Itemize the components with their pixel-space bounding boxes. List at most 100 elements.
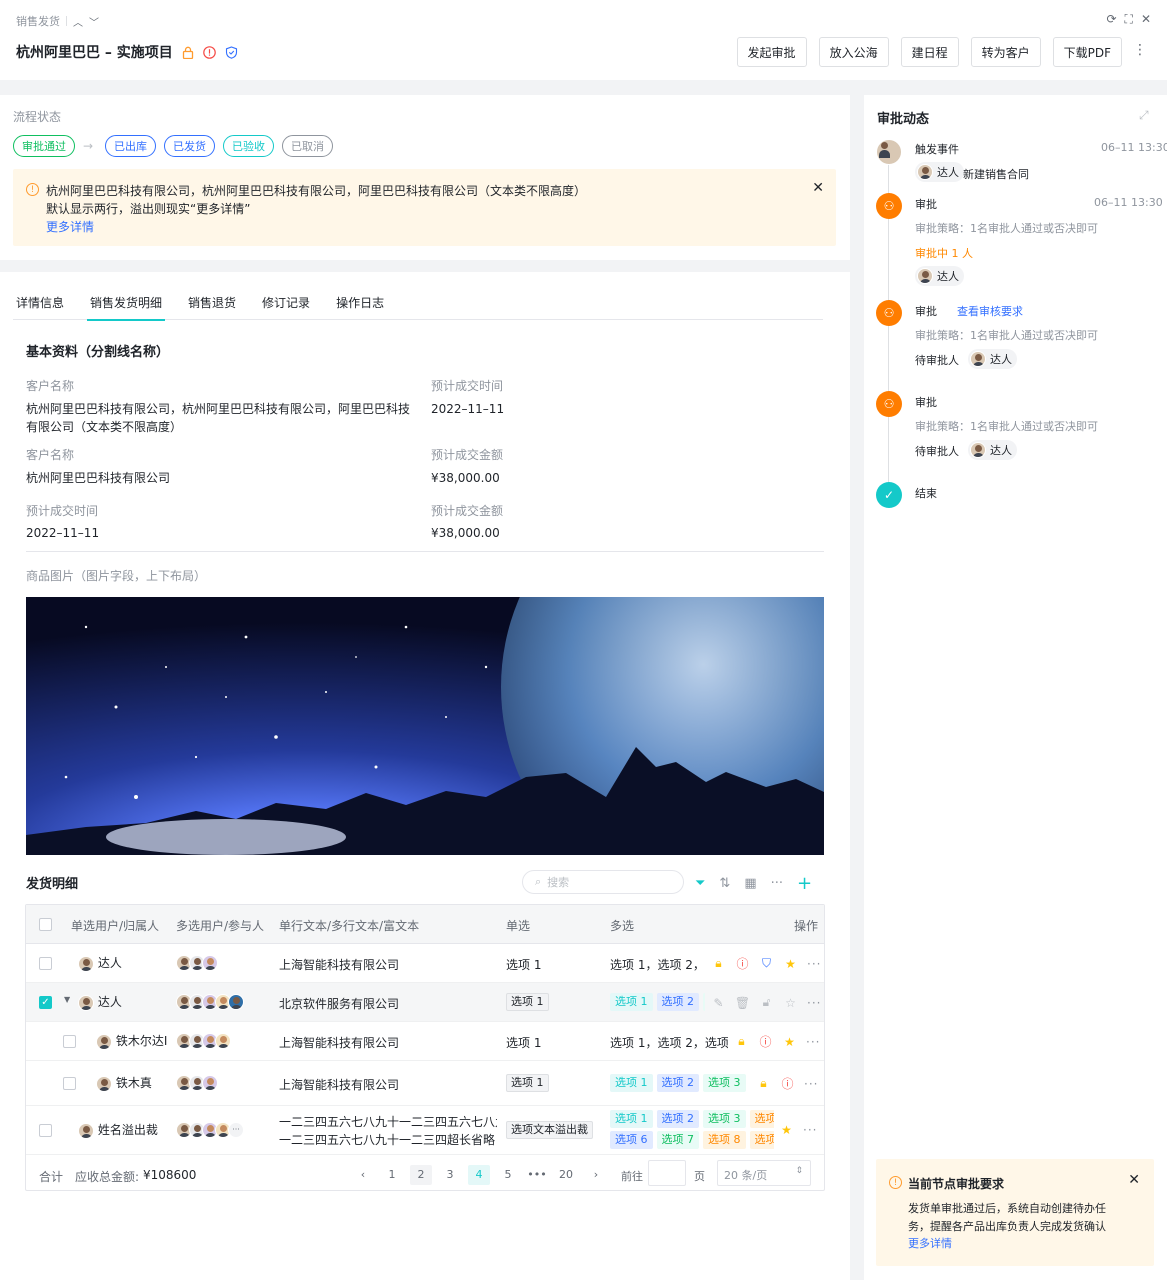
expand-icon[interactable]: ⤢ xyxy=(1139,108,1149,123)
row-checkbox[interactable]: ✓ xyxy=(39,996,52,1009)
view-requirement-link[interactable]: 查看审核要求 xyxy=(957,303,1023,319)
next-page-icon[interactable]: › xyxy=(585,1165,607,1185)
more-icon[interactable]: ··· xyxy=(803,1123,817,1137)
page-title: 杭州阿里巴巴 – 实施项目 xyxy=(16,45,173,61)
column-header[interactable]: 单选 xyxy=(506,917,530,934)
table-row[interactable]: 铁木尔达I 上海智能科技有限公司 选项 1 选项 1，选项 2，选项 3 🔒︎ … xyxy=(26,1022,824,1061)
tab-returns[interactable]: 销售退货 xyxy=(185,290,239,320)
more-icon[interactable]: ··· xyxy=(771,876,783,891)
amount-label: 应收总金额: xyxy=(75,1170,140,1184)
row-actions: 🔒︎ ⓘ ⛉ ★ ··· xyxy=(711,956,821,971)
flow-step[interactable]: 已取消 xyxy=(282,135,333,157)
star-icon[interactable]: ★ xyxy=(782,1034,797,1049)
page-item[interactable]: 20 xyxy=(555,1165,577,1185)
convert-customer-button[interactable]: 转为客户 xyxy=(970,37,1041,67)
close-icon[interactable]: ✕ xyxy=(812,180,824,196)
page-item[interactable]: 5 xyxy=(497,1165,519,1185)
search-input[interactable]: ⌕ 搜索 xyxy=(522,870,684,894)
product-image xyxy=(26,597,824,855)
table-row[interactable]: ✓ ▼ 达人 北京软件服务有限公司 选项 1 选项 1选项 2选 ✎ 🗑︎ 🔓︎… xyxy=(26,983,824,1022)
start-approval-button[interactable]: 发起审批 xyxy=(736,37,807,67)
field-value: 2022–11–11 xyxy=(26,526,100,540)
alert-icon[interactable]: ⓘ xyxy=(758,1034,773,1049)
owner-cell: 铁木尔达I xyxy=(96,1032,171,1050)
flow-step[interactable]: 审批通过 xyxy=(13,135,75,157)
chevron-down-icon[interactable]: ﹀ xyxy=(89,14,99,29)
alert-icon[interactable]: ⓘ xyxy=(780,1076,795,1091)
filter-icon[interactable]: ⏷ xyxy=(695,876,705,891)
table-row[interactable]: 达人 上海智能科技有限公司 选项 1 选项 1，选项 2，选 🔒︎ ⓘ ⛉ ★ … xyxy=(26,944,824,983)
lock-icon[interactable]: 🔒︎ xyxy=(734,1034,749,1049)
more-icon[interactable]: ··· xyxy=(804,1077,818,1091)
more-icon[interactable]: ··· xyxy=(806,1035,820,1049)
page-item[interactable]: 3 xyxy=(439,1165,461,1185)
table-header: 单选用户/归属人 多选用户/参与人 单行文本/多行文本/富文本 单选 多选 操作 xyxy=(26,905,824,944)
tab-revisions[interactable]: 修订记录 xyxy=(259,290,313,320)
delete-icon[interactable]: 🗑︎ xyxy=(735,995,750,1010)
lock-icon[interactable]: 🔒︎ xyxy=(711,956,726,971)
column-header[interactable]: 单选用户/归属人 xyxy=(71,917,159,934)
page-ellipsis[interactable]: ••• xyxy=(526,1165,548,1185)
page-item[interactable]: 1 xyxy=(381,1165,403,1185)
field-value: 杭州阿里巴巴科技有限公司，杭州阿里巴巴科技有限公司，阿里巴巴科技有限公司（文本类… xyxy=(26,402,411,434)
schedule-button[interactable]: 建日程 xyxy=(900,37,959,67)
more-details-link[interactable]: 更多详情 xyxy=(46,218,94,235)
add-icon[interactable]: + xyxy=(797,873,812,894)
unlock-icon[interactable]: 🔓︎ xyxy=(759,995,774,1010)
page-size-select[interactable]: 20 条/页 ⇕ xyxy=(717,1160,811,1186)
more-details-link[interactable]: 更多详情 xyxy=(908,1235,952,1251)
more-avatars[interactable]: ··· xyxy=(228,1122,244,1138)
column-header[interactable]: 多选 xyxy=(610,917,634,934)
table-row[interactable]: 铁木真 上海智能科技有限公司 选项 1 选项 1 选项 2 选项 3 🔒︎ ⓘ ··… xyxy=(26,1061,824,1106)
table-row[interactable]: 姓名溢出裁 ··· 一二三四五六七八九十一二三四五六七八九 一二三四五六七八九十… xyxy=(26,1106,824,1155)
more-icon[interactable]: ··· xyxy=(807,996,821,1010)
prev-page-icon[interactable]: ‹ xyxy=(352,1165,374,1185)
close-icon[interactable]: ✕ xyxy=(1141,12,1151,27)
refresh-icon[interactable]: ⟳ xyxy=(1106,12,1116,27)
shipment-table: 单选用户/归属人 多选用户/参与人 单行文本/多行文本/富文本 单选 多选 操作… xyxy=(25,904,825,1191)
page-item-active[interactable]: 4 xyxy=(468,1165,490,1185)
download-pdf-button[interactable]: 下载PDF xyxy=(1052,37,1122,67)
lock-icon[interactable]: 🔒︎ xyxy=(756,1076,771,1091)
image-field-label: 商品图片（图片字段，上下布局） xyxy=(26,569,207,583)
column-header[interactable]: 操作 xyxy=(794,917,818,934)
row-checkbox[interactable] xyxy=(39,1124,52,1137)
toolbar: 发起审批 放入公海 建日程 转为客户 下载PDF xyxy=(736,37,1122,67)
star-outline-icon[interactable]: ☆ xyxy=(783,995,798,1010)
edit-icon[interactable]: ✎ xyxy=(711,995,726,1010)
public-pool-button[interactable]: 放入公海 xyxy=(818,37,889,67)
field-label: 预计成交时间 xyxy=(431,379,504,393)
goto-page-input[interactable] xyxy=(648,1160,686,1186)
chevron-up-icon[interactable]: ︿ xyxy=(73,14,83,29)
node-time: 06–11 13:30 xyxy=(1094,196,1163,209)
alert-icon[interactable]: ⓘ xyxy=(735,956,750,971)
close-icon[interactable]: ✕ xyxy=(1128,1172,1140,1188)
page-item[interactable]: 2 xyxy=(410,1165,432,1185)
breadcrumb-label[interactable]: 销售发货 xyxy=(16,13,60,29)
row-checkbox[interactable] xyxy=(39,957,52,970)
flow-step[interactable]: 已出库 xyxy=(105,135,156,157)
select-tag: 选项文本溢出裁 xyxy=(506,1121,593,1139)
shield-icon[interactable]: ⛉ xyxy=(759,956,774,971)
flow-step[interactable]: 已发货 xyxy=(164,135,215,157)
option-tag: 选项 3 xyxy=(703,1110,746,1128)
column-header[interactable]: 多选用户/参与人 xyxy=(176,917,264,934)
fullscreen-icon[interactable]: ⛶ xyxy=(1125,12,1133,27)
tab-shipment-detail[interactable]: 销售发货明细 xyxy=(87,290,166,321)
row-checkbox[interactable] xyxy=(63,1035,76,1048)
select-all-checkbox[interactable] xyxy=(39,918,52,931)
column-header[interactable]: 单行文本/多行文本/富文本 xyxy=(279,917,419,934)
flow-step[interactable]: 已验收 xyxy=(223,135,274,157)
tab-details[interactable]: 详情信息 xyxy=(13,290,67,320)
expand-icon[interactable]: ▼ xyxy=(64,995,70,1004)
row-checkbox[interactable] xyxy=(63,1077,76,1090)
star-icon[interactable]: ★ xyxy=(779,1122,794,1137)
sort-icon[interactable]: ⇅ xyxy=(719,876,730,891)
row-actions: ★ ··· xyxy=(779,1122,817,1137)
grid-icon[interactable]: ▦ xyxy=(744,876,756,891)
more-icon[interactable]: ··· xyxy=(807,957,821,971)
star-icon[interactable]: ★ xyxy=(783,956,798,971)
tab-logs[interactable]: 操作日志 xyxy=(333,290,387,320)
more-vertical-icon[interactable]: ⋮ xyxy=(1133,42,1147,58)
multi-cell: 选项 1，选项 2，选 xyxy=(610,958,705,972)
